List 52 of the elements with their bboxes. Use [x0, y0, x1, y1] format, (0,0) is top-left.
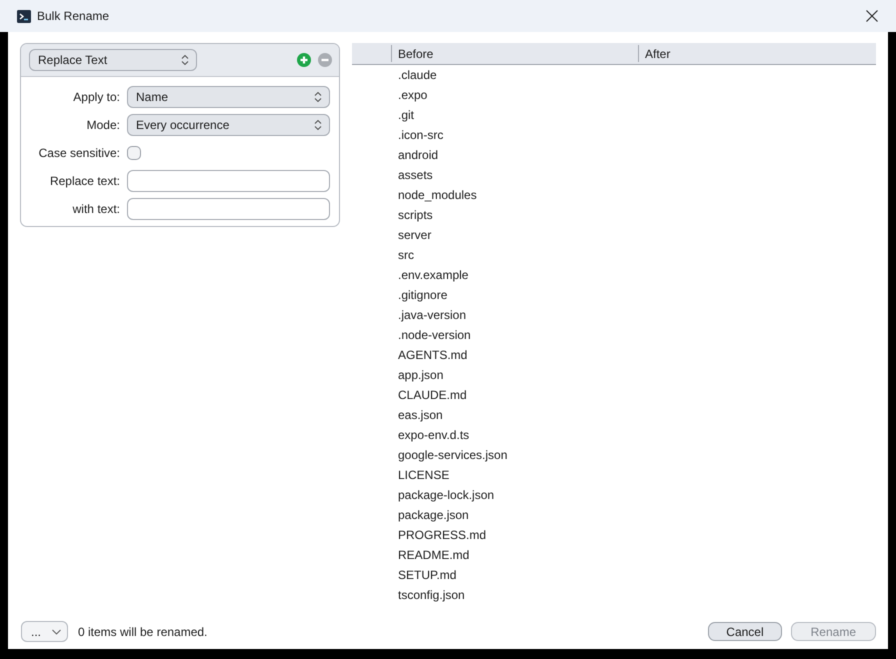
text-field[interactable] — [127, 170, 330, 192]
file-name-cell-text: SETUP.md — [398, 567, 456, 584]
more-menu-button[interactable]: ... — [21, 621, 68, 642]
text-field[interactable] — [127, 198, 330, 220]
field-label: Replace text: — [48, 173, 120, 190]
column-header[interactable]: After — [645, 44, 670, 62]
file-name-cell-text: .gitignore — [398, 287, 448, 304]
file-name-cell-text: node_modules — [398, 187, 477, 204]
file-name-cell-text: app.json — [398, 367, 444, 384]
file-name-cell-text: .expo — [398, 87, 428, 104]
file-name-cell-text: eas.json — [398, 407, 443, 424]
file-name-cell-text: android — [398, 147, 438, 164]
file-name-cell-text: .icon-src — [398, 127, 444, 144]
file-name-cell-text: tsconfig.json — [398, 587, 465, 604]
file-name-cell-text: scripts — [398, 207, 433, 224]
status-text: 0 items will be renamed. — [78, 624, 208, 640]
rule-type-select[interactable]: Replace Text — [29, 49, 197, 71]
chevron-down-icon — [52, 628, 61, 634]
file-name-cell-text: PROGRESS.md — [398, 527, 486, 544]
file-name-cell-text: .java-version — [398, 307, 466, 324]
file-name-cell-text: server — [398, 227, 432, 244]
chevron-up-down-icon — [314, 119, 322, 131]
file-name-cell-text: src — [398, 247, 414, 264]
field-label: with text: — [72, 201, 120, 218]
column-header[interactable]: Before — [398, 44, 434, 62]
field-label: Case sensitive: — [38, 145, 120, 162]
file-name-cell-text: .git — [398, 107, 414, 124]
chevron-up-down-icon — [181, 54, 189, 66]
file-name-cell-text: .claude — [398, 67, 437, 84]
checkbox[interactable] — [127, 146, 141, 160]
file-name-cell-text: AGENTS.md — [398, 347, 468, 364]
terminal-icon — [17, 10, 31, 22]
file-name-cell-text: google-services.json — [398, 447, 508, 464]
field-label: Mode: — [86, 117, 120, 134]
add-icon[interactable] — [297, 53, 311, 67]
file-name-cell-text: package-lock.json — [398, 487, 494, 504]
field-label: Apply to: — [72, 89, 120, 106]
file-name-cell-text: README.md — [398, 547, 470, 564]
file-name-cell-text: package.json — [398, 507, 469, 524]
file-name-cell-text: .node-version — [398, 327, 471, 344]
file-name-cell-text: assets — [398, 167, 433, 184]
dropdown[interactable]: Every occurrence — [127, 114, 330, 136]
file-name-cell-text: expo-env.d.ts — [398, 427, 470, 444]
file-name-cell-text: LICENSE — [398, 467, 450, 484]
window-title: Bulk Rename — [37, 8, 110, 25]
remove-icon[interactable] — [318, 53, 332, 67]
close-icon — [866, 10, 878, 22]
dialog-button[interactable]: Cancel — [708, 622, 782, 641]
file-name-cell-text: CLAUDE.md — [398, 387, 467, 404]
chevron-up-down-icon — [314, 91, 322, 103]
dropdown[interactable]: Name — [127, 86, 330, 108]
file-name-cell-text: .env.example — [398, 267, 468, 284]
